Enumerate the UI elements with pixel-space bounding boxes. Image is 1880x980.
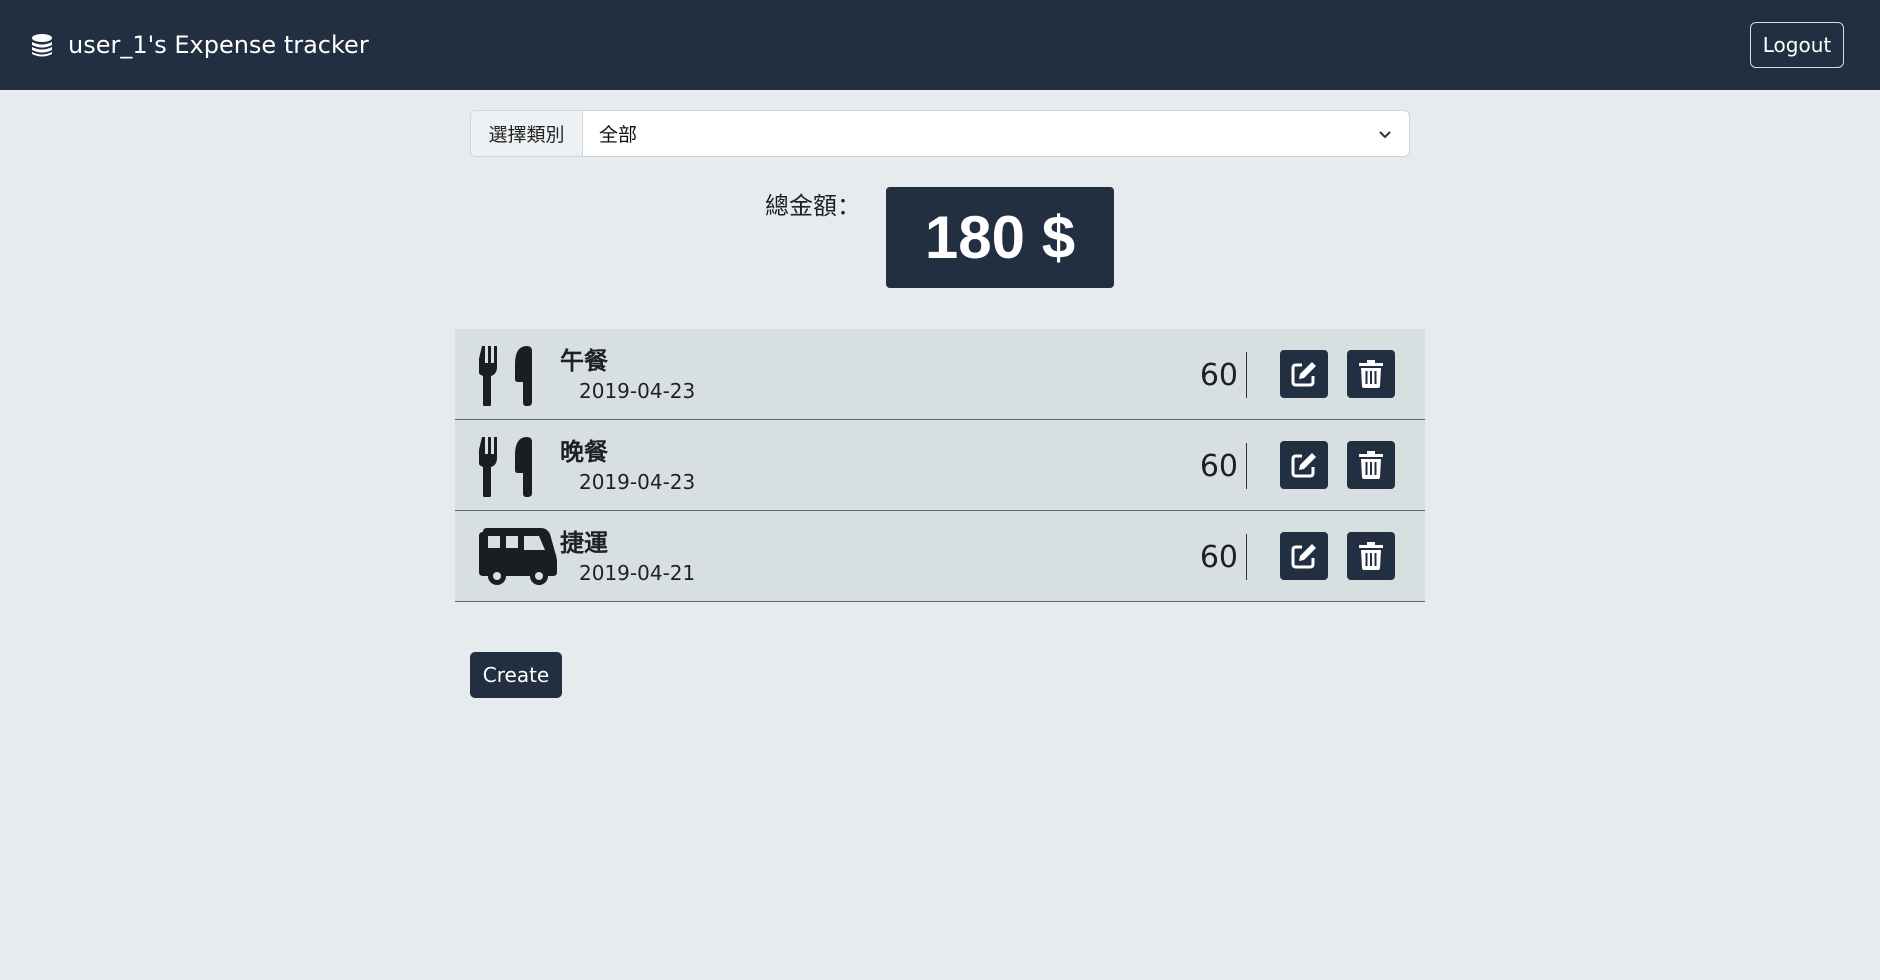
navbar: user_1's Expense tracker Logout (0, 0, 1880, 90)
edit-icon (1291, 544, 1316, 569)
item-name: 晚餐 (560, 438, 608, 466)
category-select[interactable]: 全部 (583, 111, 1409, 156)
delete-button[interactable] (1347, 350, 1395, 398)
item-date: 2019-04-21 (579, 561, 696, 585)
trash-icon (1359, 360, 1383, 388)
list-item: 晚餐 2019-04-23 60 (455, 420, 1425, 511)
logout-button[interactable]: Logout (1750, 22, 1844, 68)
utensils-icon (479, 343, 557, 407)
trash-icon (1359, 542, 1383, 570)
app-title: user_1's Expense tracker (68, 31, 369, 59)
item-name: 捷運 (560, 529, 608, 557)
bus-icon (479, 525, 557, 589)
list-item: 午餐 2019-04-23 60 (455, 329, 1425, 420)
edit-icon (1291, 362, 1316, 387)
total-amount: 180 $ (886, 187, 1114, 288)
utensils-icon (479, 434, 557, 498)
delete-button[interactable] (1347, 532, 1395, 580)
category-select-value: 全部 (599, 124, 638, 146)
chevron-down-icon (1379, 130, 1391, 138)
coins-icon (28, 31, 56, 59)
category-filter-label: 選擇類別 (471, 111, 583, 156)
edit-icon (1291, 453, 1316, 478)
delete-button[interactable] (1347, 441, 1395, 489)
total-label: 總金額： (765, 192, 861, 220)
item-name: 午餐 (560, 347, 608, 375)
trash-icon (1359, 451, 1383, 479)
edit-button[interactable] (1280, 350, 1328, 398)
item-date: 2019-04-23 (579, 379, 696, 403)
category-filter: 選擇類別 全部 (470, 110, 1410, 157)
edit-button[interactable] (1280, 532, 1328, 580)
edit-button[interactable] (1280, 441, 1328, 489)
expense-list: 午餐 2019-04-23 60 晚餐 2019-04-23 60 捷運 201… (455, 329, 1425, 602)
create-button[interactable]: Create (470, 652, 562, 698)
item-amount: 60 (1200, 443, 1247, 489)
item-date: 2019-04-23 (579, 470, 696, 494)
item-amount: 60 (1200, 534, 1247, 580)
list-item: 捷運 2019-04-21 60 (455, 511, 1425, 602)
item-amount: 60 (1200, 352, 1247, 398)
brand[interactable]: user_1's Expense tracker (28, 31, 369, 59)
